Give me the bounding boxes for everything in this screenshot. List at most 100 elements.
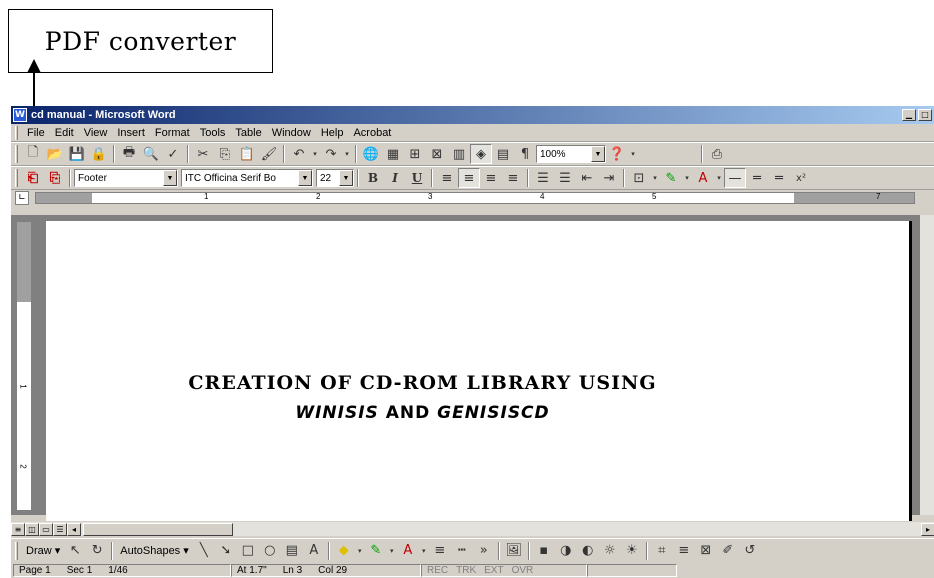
redo-dropdown-icon[interactable]: ▾ bbox=[342, 144, 352, 164]
zoom-select[interactable]: 100% ▼ bbox=[536, 145, 606, 163]
horizontal-scroll-thumb[interactable] bbox=[83, 522, 233, 536]
print-layout-icon[interactable]: ▭ bbox=[39, 522, 53, 536]
chevron-down-icon[interactable]: ▼ bbox=[163, 170, 177, 186]
tab-selector-icon[interactable]: ∟ bbox=[15, 191, 29, 205]
underline-button[interactable]: U bbox=[406, 168, 428, 188]
vertical-ruler[interactable]: 1 2 bbox=[16, 221, 32, 511]
wordart-icon[interactable]: A bbox=[303, 541, 325, 561]
undo-icon[interactable]: ↶ bbox=[288, 144, 310, 164]
permission-icon[interactable]: 🔒 bbox=[88, 144, 110, 164]
web-layout-icon[interactable]: ◫ bbox=[25, 522, 39, 536]
superscript-icon[interactable]: x² bbox=[790, 168, 812, 188]
acrobat-toolbar-icon[interactable]: ⎙ bbox=[706, 144, 728, 164]
document-map-icon[interactable]: ▤ bbox=[492, 144, 514, 164]
status-trk[interactable]: TRK bbox=[456, 565, 476, 576]
help-icon[interactable]: ❓ bbox=[606, 144, 628, 164]
chevron-down-icon[interactable]: ▼ bbox=[591, 146, 605, 162]
decrease-indent-icon[interactable]: ⇤ bbox=[576, 168, 598, 188]
line-style-2-icon[interactable]: ≡ bbox=[673, 541, 695, 561]
status-rec[interactable]: REC bbox=[427, 565, 448, 576]
drawing-icon[interactable]: ◈ bbox=[470, 144, 492, 164]
arrow-tool-icon[interactable]: ➘ bbox=[215, 541, 237, 561]
line-color-dropdown-icon[interactable]: ▾ bbox=[387, 541, 397, 561]
justify-icon[interactable]: ≡ bbox=[502, 168, 524, 188]
bold-button[interactable]: B bbox=[362, 168, 384, 188]
paste-icon[interactable]: 📋 bbox=[236, 144, 258, 164]
new-document-icon[interactable]: 🗋 bbox=[22, 144, 44, 164]
more-contrast-icon[interactable]: ◑ bbox=[555, 541, 577, 561]
align-left-icon[interactable]: ≡ bbox=[436, 168, 458, 188]
color-mode-icon[interactable]: ▪ bbox=[533, 541, 555, 561]
insert-table-icon[interactable]: ⊞ bbox=[404, 144, 426, 164]
tables-borders-icon[interactable]: ▦ bbox=[382, 144, 404, 164]
borders-dropdown-icon[interactable]: ▾ bbox=[650, 168, 660, 188]
pdf-converter-icon[interactable]: ⎗ bbox=[22, 168, 44, 188]
style-select[interactable]: Footer ▼ bbox=[74, 169, 178, 187]
highlight-dropdown-icon[interactable]: ▾ bbox=[682, 168, 692, 188]
pdf-email-icon[interactable]: ⎘ bbox=[44, 168, 66, 188]
line-color-icon[interactable]: ✎ bbox=[365, 541, 387, 561]
copy-icon[interactable]: ⎘ bbox=[214, 144, 236, 164]
draw-font-color-icon[interactable]: A bbox=[397, 541, 419, 561]
font-select[interactable]: ITC Officina Serif Bo ▼ bbox=[181, 169, 313, 187]
menu-window[interactable]: Window bbox=[267, 127, 316, 139]
status-ovr[interactable]: OVR bbox=[512, 565, 534, 576]
increase-indent-icon[interactable]: ⇥ bbox=[598, 168, 620, 188]
menu-file[interactable]: File bbox=[22, 127, 50, 139]
scroll-right-icon[interactable]: ▸ bbox=[921, 522, 934, 536]
free-rotate-icon[interactable]: ↻ bbox=[86, 541, 108, 561]
vertical-scrollbar[interactable] bbox=[920, 215, 934, 515]
text-box-icon[interactable]: ▤ bbox=[281, 541, 303, 561]
oval-tool-icon[interactable]: ○ bbox=[259, 541, 281, 561]
chevron-down-icon[interactable]: ▼ bbox=[298, 170, 312, 186]
select-objects-icon[interactable]: ↖ bbox=[64, 541, 86, 561]
autoshapes-menu-button[interactable]: AutoShapes ▾ bbox=[116, 544, 193, 557]
redo-icon[interactable]: ↷ bbox=[320, 144, 342, 164]
horizontal-ruler[interactable]: 1 2 3 4 5 7 bbox=[35, 192, 915, 204]
cut-icon[interactable]: ✂ bbox=[192, 144, 214, 164]
menu-edit[interactable]: Edit bbox=[50, 127, 79, 139]
menu-help[interactable]: Help bbox=[316, 127, 349, 139]
document-title-line1[interactable]: CREATION OF CD-ROM LIBRARY USING bbox=[46, 372, 909, 394]
document-page[interactable]: CREATION OF CD-ROM LIBRARY USING WINISIS… bbox=[46, 221, 912, 521]
print-icon[interactable]: 🖶 bbox=[118, 144, 140, 164]
line-style-icon[interactable]: ≡ bbox=[429, 541, 451, 561]
align-right-icon[interactable]: ≡ bbox=[480, 168, 502, 188]
minimize-button[interactable]: ▁ bbox=[902, 109, 916, 121]
status-ext[interactable]: EXT bbox=[484, 565, 503, 576]
toolbar-grip[interactable] bbox=[15, 541, 18, 560]
format-picture-icon[interactable]: ⊠ bbox=[695, 541, 717, 561]
menubar-grip[interactable] bbox=[15, 125, 18, 140]
chevron-down-icon[interactable]: ▼ bbox=[339, 170, 353, 186]
line-tool-icon[interactable]: ╲ bbox=[193, 541, 215, 561]
document-title-line2[interactable]: WINISIS AND GENISISCD bbox=[46, 403, 909, 423]
spelling-icon[interactable]: ✓ bbox=[162, 144, 184, 164]
open-folder-icon[interactable]: 📂 bbox=[44, 144, 66, 164]
crop-icon[interactable]: ⌗ bbox=[651, 541, 673, 561]
set-transparent-icon[interactable]: ✐ bbox=[717, 541, 739, 561]
fill-color-icon[interactable]: ◆ bbox=[333, 541, 355, 561]
bullets-icon[interactable]: ☰ bbox=[554, 168, 576, 188]
less-contrast-icon[interactable]: ◐ bbox=[577, 541, 599, 561]
dash-style-icon[interactable]: ┅ bbox=[451, 541, 473, 561]
insert-picture-icon[interactable]: 🖼 bbox=[503, 541, 525, 561]
reset-picture-icon[interactable]: ↺ bbox=[739, 541, 761, 561]
horizontal-scrollbar[interactable]: ≡ ◫ ▭ ☰ ◂ ▸ bbox=[11, 522, 934, 536]
word-app-icon[interactable]: W bbox=[13, 108, 27, 122]
double-line2-icon[interactable]: ═ bbox=[768, 168, 790, 188]
maximize-button[interactable]: □ bbox=[918, 109, 932, 121]
fill-dropdown-icon[interactable]: ▾ bbox=[355, 541, 365, 561]
menu-insert[interactable]: Insert bbox=[112, 127, 150, 139]
less-brightness-icon[interactable]: ☀ bbox=[621, 541, 643, 561]
show-hide-icon[interactable]: ¶ bbox=[514, 144, 536, 164]
menu-acrobat[interactable]: Acrobat bbox=[348, 127, 396, 139]
scroll-left-icon[interactable]: ◂ bbox=[67, 522, 81, 536]
menu-view[interactable]: View bbox=[79, 127, 113, 139]
format-painter-icon[interactable]: 🖌 bbox=[258, 144, 280, 164]
undo-dropdown-icon[interactable]: ▾ bbox=[310, 144, 320, 164]
toolbar-grip[interactable] bbox=[15, 145, 18, 163]
menu-format[interactable]: Format bbox=[150, 127, 195, 139]
numbering-icon[interactable]: ☰ bbox=[532, 168, 554, 188]
save-icon[interactable]: 💾 bbox=[66, 144, 88, 164]
align-center-icon[interactable]: ≡ bbox=[458, 168, 480, 188]
